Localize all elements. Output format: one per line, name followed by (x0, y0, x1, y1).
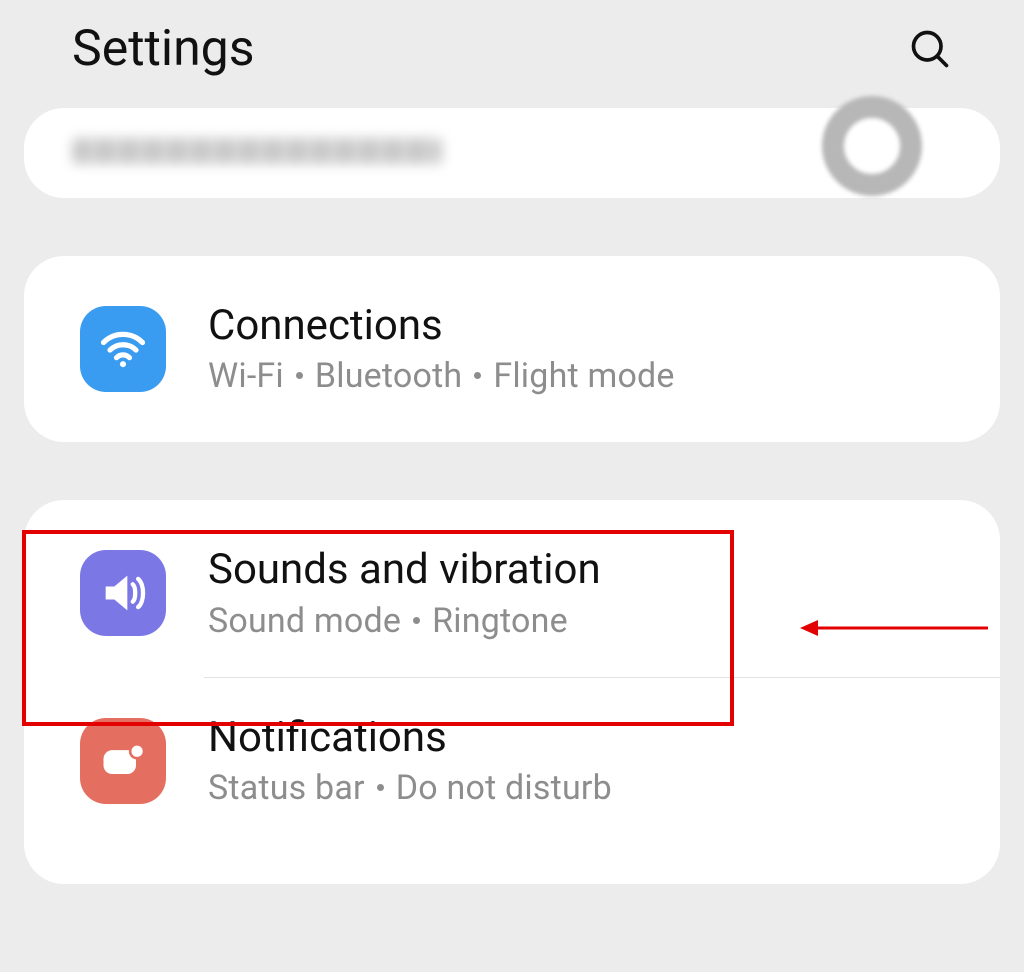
settings-item-notifications[interactable]: Notifications Status barDo not disturb (24, 678, 1000, 844)
settings-item-sounds[interactable]: Sounds and vibration Sound modeRingtone (24, 510, 1000, 676)
item-title: Connections (208, 302, 675, 350)
settings-header: Settings (0, 0, 1024, 98)
item-title: Notifications (208, 714, 612, 762)
item-text: Connections Wi-FiBluetoothFlight mode (208, 302, 675, 396)
settings-group-sound-notif: Sounds and vibration Sound modeRingtone … (24, 500, 1000, 884)
item-subtitle: Wi-FiBluetoothFlight mode (208, 356, 675, 396)
wifi-icon (80, 306, 166, 392)
item-title: Sounds and vibration (208, 546, 601, 594)
item-subtitle: Sound modeRingtone (208, 601, 601, 641)
notification-icon (80, 718, 166, 804)
item-subtitle: Status barDo not disturb (208, 768, 612, 808)
settings-group-connections: Connections Wi-FiBluetoothFlight mode (24, 256, 1000, 442)
account-avatar-ring (822, 96, 922, 196)
speaker-icon (80, 550, 166, 636)
search-button[interactable] (904, 23, 956, 75)
settings-item-connections[interactable]: Connections Wi-FiBluetoothFlight mode (24, 266, 1000, 432)
account-email-blurred (72, 138, 442, 164)
item-text: Sounds and vibration Sound modeRingtone (208, 546, 601, 640)
search-icon (908, 27, 952, 71)
item-text: Notifications Status barDo not disturb (208, 714, 612, 808)
page-title: Settings (72, 20, 255, 78)
account-card[interactable] (24, 108, 1000, 198)
